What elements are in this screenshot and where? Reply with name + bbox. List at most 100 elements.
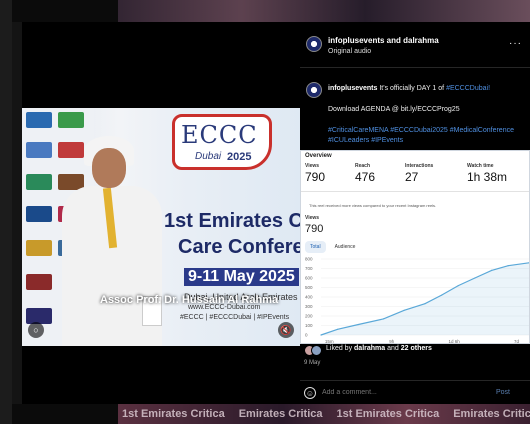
likes-summary: Liked by dalrahma and 22 others [326, 345, 432, 352]
liker-avatars[interactable] [304, 345, 324, 357]
sponsor-logo [26, 206, 52, 222]
comment-bar: ☺ Post [300, 380, 530, 404]
mute-icon[interactable]: 🔇 [278, 322, 294, 338]
metric-value: 476 [355, 170, 376, 184]
metric-interactions: Interactions 27 [405, 163, 433, 184]
views-point [403, 309, 405, 311]
views-point [357, 323, 360, 326]
y-tick-label: 100 [305, 323, 313, 328]
views-point [528, 262, 529, 264]
views-point [424, 303, 426, 305]
audio-label[interactable]: Original audio [328, 48, 371, 55]
y-tick-label: 600 [305, 276, 313, 281]
tab-total[interactable]: Total [305, 241, 326, 253]
views-point [441, 294, 443, 296]
x-tick-label: 15m [325, 339, 334, 344]
collab-names[interactable]: infoplusevents and dalrahma [328, 36, 439, 45]
caption-author[interactable]: infoplusevents [328, 85, 377, 92]
metric-label: Interactions [405, 163, 434, 169]
blurred-background-top [118, 0, 530, 22]
y-tick-label: 300 [305, 304, 313, 309]
poster-tags: #ECCC | #ECCCDubai | #IPEvents [180, 314, 290, 321]
metric-label: Watch time [467, 163, 494, 169]
likes-user[interactable]: dalrahma [354, 345, 385, 352]
poster-dates: 9-11 May 2025 [184, 268, 299, 286]
logo-text: ECCC [181, 121, 258, 149]
blurred-background-ticker: 1st Emirates Critica Emirates Critica 1s… [118, 404, 530, 424]
speaker-face [92, 148, 126, 188]
tab-audience[interactable]: Audience [330, 241, 361, 253]
views-chart: 0 100 200 300 400 500 600 700 800 15m 9h 1d 6h 7d [305, 257, 529, 344]
performance-note: This reel received more views compared t… [309, 203, 437, 208]
y-tick-label: 800 [305, 257, 313, 262]
insights-overview-card: Overview Views 790 Reach 476 Interaction… [300, 150, 530, 344]
views-point [490, 269, 493, 271]
metric-label: Views [305, 163, 320, 169]
hashtag-list[interactable]: #CriticalCareMENA #ECCCDubai2025 #Medica… [328, 126, 526, 146]
metric-value: 790 [305, 170, 326, 184]
sponsor-logo [26, 274, 52, 290]
sponsor-logo [26, 174, 52, 190]
metric-reach: Reach 476 [355, 163, 375, 184]
reel-video[interactable]: ECCC Dubai 2025 1st Emirates Critic Care… [22, 108, 300, 346]
poster-title-line1: 1st Emirates Critic [164, 210, 300, 232]
post-date[interactable]: 9 May [304, 360, 320, 366]
metric-value: 27 [405, 170, 419, 184]
sponsor-logo [26, 142, 52, 158]
y-tick-label: 400 [305, 295, 313, 300]
author-avatar[interactable] [306, 36, 322, 52]
eccc-logo: ECCC Dubai 2025 [172, 114, 272, 170]
sponsor-logo [58, 112, 84, 128]
blurred-background-strip [12, 22, 22, 404]
logo-year: 2025 [227, 151, 252, 163]
metric-views: Views 790 [305, 163, 325, 184]
y-tick-label: 200 [305, 314, 313, 319]
screen: 1st Emirates Critica Emirates Critica 1s… [0, 0, 530, 424]
x-tick-label: 9h [389, 339, 395, 344]
likes-count[interactable]: 22 others [401, 345, 432, 352]
overview-title: Overview [305, 153, 332, 159]
likes-prefix: Liked by [326, 345, 355, 352]
emoji-icon[interactable]: ☺ [304, 387, 316, 399]
insight-tabs: Total Audience [305, 241, 360, 253]
comment-input[interactable] [322, 389, 472, 396]
speaker [62, 128, 172, 346]
blurred-background-left [0, 0, 12, 424]
post-caption: infoplusevents It's officially DAY 1 of … [328, 84, 523, 94]
sponsor-logo [26, 240, 52, 256]
views-point [507, 265, 509, 267]
post-header: infoplusevents and dalrahma Original aud… [300, 22, 530, 68]
caption-hashtag[interactable]: #ECCCDubai! [446, 85, 490, 92]
caption-text: It's officially DAY 1 of [379, 85, 447, 92]
metric-watch-time: Watch time 1h 38m [467, 163, 507, 184]
views-point [457, 285, 459, 287]
views-point [382, 318, 384, 320]
y-tick-label: 700 [305, 266, 313, 271]
speaker-caption: Assoc Prof. Dr. Hussain Al Rahma [100, 294, 279, 306]
agenda-link[interactable]: Download AGENDA @ bit.ly/ECCCProg25 [328, 106, 460, 113]
x-tick-label: 7d [514, 339, 520, 344]
views-label: Views [305, 215, 320, 221]
ticker-text: Emirates Critica [453, 408, 530, 420]
views-area [321, 262, 529, 335]
user-tag-icon[interactable]: ○ [28, 322, 44, 338]
poster-title-line2: Care Conferen [178, 236, 300, 258]
likes-mid: and [385, 345, 401, 352]
more-horizontal-icon[interactable]: ··· [509, 38, 522, 49]
ticker-text: 1st Emirates Critica [336, 408, 440, 420]
caption-author-avatar[interactable] [306, 82, 322, 98]
x-tick-label: 1d 6h [448, 339, 460, 344]
views-point [474, 277, 476, 279]
y-tick-label: 500 [305, 285, 313, 290]
ticker-text: Emirates Critica [238, 408, 323, 420]
views-point [337, 328, 339, 330]
sponsor-logo [26, 112, 52, 128]
post-comment-button[interactable]: Post [496, 389, 510, 396]
metric-value: 1h 38m [467, 170, 508, 184]
views-value: 790 [305, 223, 324, 235]
ticker-text: 1st Emirates Critica [122, 408, 225, 420]
y-tick-label: 0 [305, 333, 308, 338]
metric-label: Reach [355, 163, 371, 169]
divider [301, 191, 529, 192]
liker-avatar [311, 345, 322, 356]
